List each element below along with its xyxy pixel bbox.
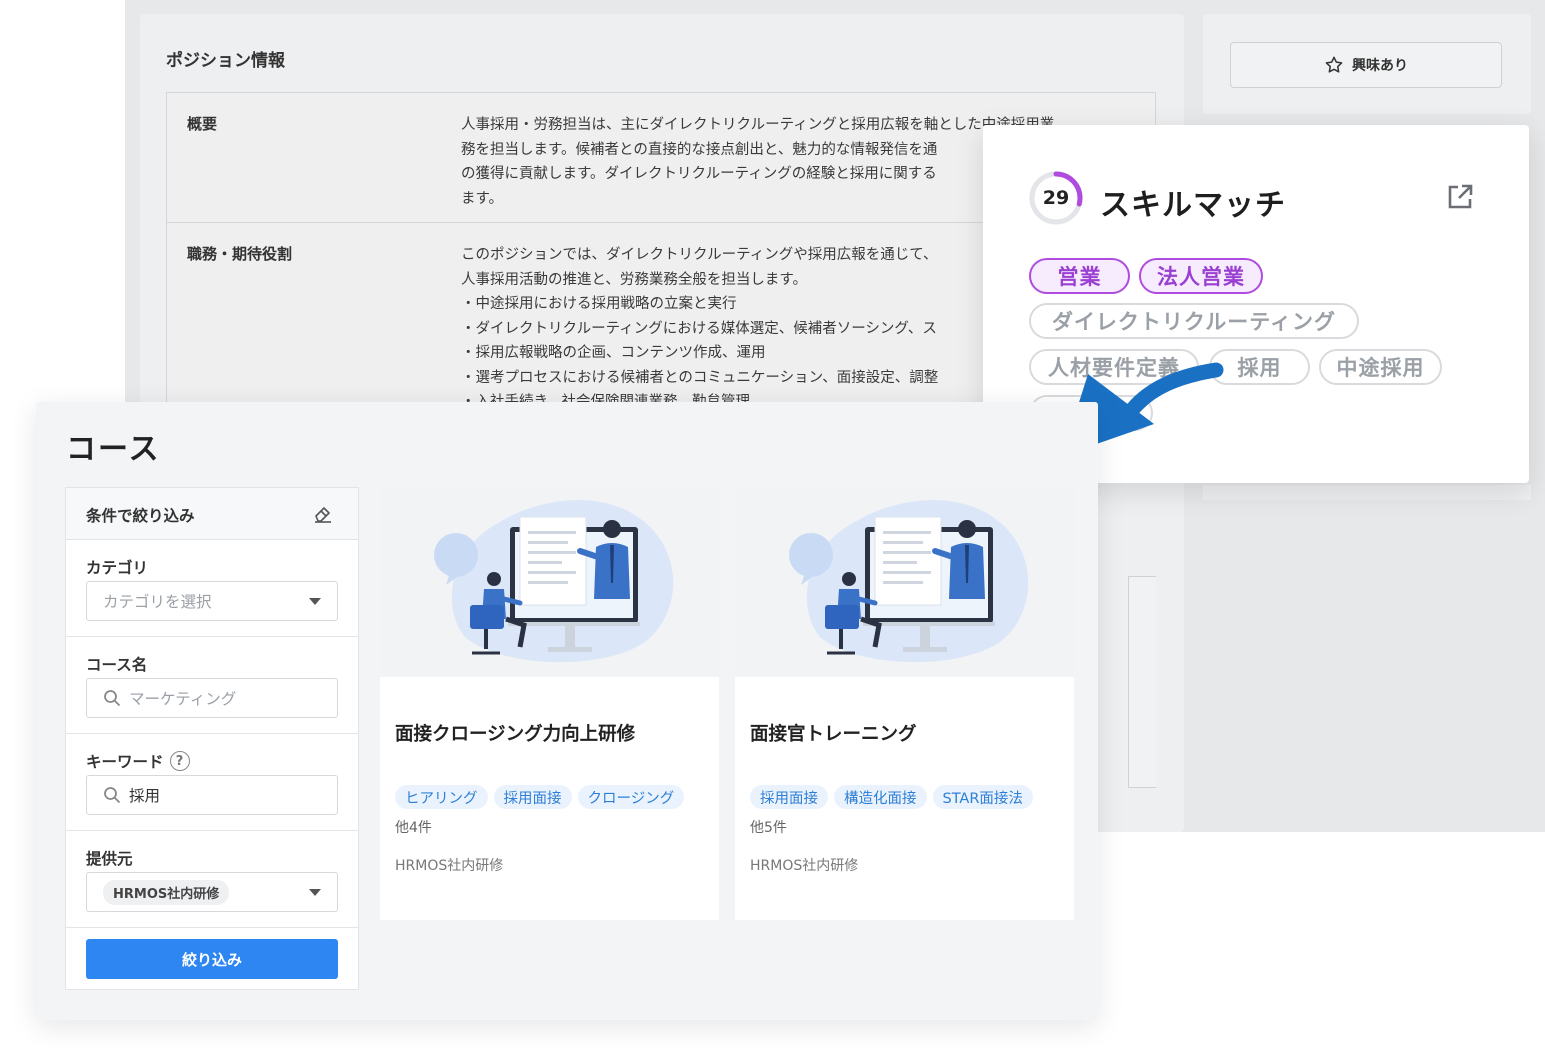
course-name-placeholder: マーケティング (129, 690, 237, 708)
filter-category-section: カテゴリ カテゴリを選択 (66, 540, 358, 637)
position-section-title: ポジション情報 (166, 51, 285, 71)
skill-score-value: 29 (1042, 187, 1070, 209)
keyword-value: 採用 (129, 787, 161, 805)
eraser-icon[interactable] (312, 502, 334, 524)
position-row-label: 職務・期待役割 (187, 245, 293, 263)
course-tag: 採用面接 (750, 785, 828, 809)
course-card[interactable]: 面接クロージング力向上研修 ヒアリング 採用面接 クロージング 他4件 HRMO… (380, 487, 719, 920)
filter-keyword-section: キーワード ? 採用 (66, 734, 358, 831)
keyword-label: キーワード (86, 753, 164, 771)
course-tags: 採用面接 構造化面接 STAR面接法 他5件 (750, 785, 1070, 837)
course-name-label: コース名 (86, 656, 148, 674)
course-tag: STAR面接法 (932, 785, 1033, 809)
search-icon (104, 690, 121, 707)
search-icon (104, 787, 121, 804)
apply-filter-button[interactable]: 絞り込み (86, 939, 338, 979)
course-more-tags: 他4件 (395, 820, 432, 836)
background-card-edge (1203, 485, 1531, 500)
online-interview-illustration (789, 500, 1029, 663)
course-card[interactable]: 面接官トレーニング 採用面接 構造化面接 STAR面接法 他5件 HRMOS社内… (735, 487, 1074, 920)
keyword-input[interactable]: 採用 (86, 775, 338, 815)
keyword-label-row: キーワード ? (86, 750, 190, 772)
course-tag: クロージング (577, 785, 685, 809)
course-thumbnail (735, 487, 1074, 677)
skill-tag: 法人営業 (1139, 258, 1263, 294)
filter-provider-section: 提供元 HRMOS社内研修 (66, 831, 358, 928)
course-panel: コース 条件で絞り込み カテゴリ カテゴリを選択 コース名 マーケティング キー… (36, 402, 1098, 1020)
course-more-tags: 他5件 (750, 820, 787, 836)
course-filter-panel: 条件で絞り込み カテゴリ カテゴリを選択 コース名 マーケティング キーワード … (65, 487, 359, 990)
category-label: カテゴリ (86, 559, 149, 577)
interest-button[interactable]: 興味あり (1230, 42, 1502, 88)
background-box-edge (1128, 576, 1156, 788)
skill-match-title: スキルマッチ (1100, 188, 1286, 223)
course-title[interactable]: 面接クロージング力向上研修 (395, 720, 635, 746)
course-tag: 構造化面接 (834, 785, 927, 809)
course-provider: HRMOS社内研修 (750, 858, 859, 874)
course-tags: ヒアリング 採用面接 クロージング 他4件 (395, 785, 715, 837)
interest-button-label: 興味あり (1352, 58, 1408, 74)
skill-tag: 中途採用 (1319, 349, 1442, 385)
online-interview-illustration (434, 500, 674, 663)
course-thumbnail (380, 487, 719, 677)
position-row-label: 概要 (187, 115, 218, 133)
course-name-input[interactable]: マーケティング (86, 678, 338, 718)
chevron-down-icon (309, 598, 321, 605)
chevron-down-icon (309, 889, 321, 896)
help-icon[interactable]: ? (169, 751, 190, 771)
category-placeholder: カテゴリを選択 (103, 593, 212, 611)
screen: ポジション情報 概要 人事採用・労務担当は、主にダイレクトリクルーティングと採用… (0, 0, 1545, 1064)
star-icon (1325, 56, 1343, 73)
skill-tag: ダイレクトリクルーティング (1029, 303, 1359, 339)
external-link-icon[interactable] (1445, 182, 1475, 212)
filter-header: 条件で絞り込み (66, 488, 358, 540)
filter-course-name-section: コース名 マーケティング (66, 637, 358, 734)
provider-label: 提供元 (86, 850, 133, 868)
course-panel-title: コース (66, 432, 161, 467)
course-tag: 採用面接 (493, 785, 572, 809)
provider-chip: HRMOS社内研修 (103, 879, 230, 905)
course-title[interactable]: 面接官トレーニング (750, 720, 917, 746)
skill-tag: 営業 (1029, 258, 1130, 294)
course-provider: HRMOS社内研修 (395, 858, 504, 874)
course-tag: ヒアリング (395, 785, 488, 809)
provider-select[interactable]: HRMOS社内研修 (86, 872, 338, 912)
category-select[interactable]: カテゴリを選択 (86, 581, 338, 621)
filter-header-label: 条件で絞り込み (86, 507, 195, 525)
